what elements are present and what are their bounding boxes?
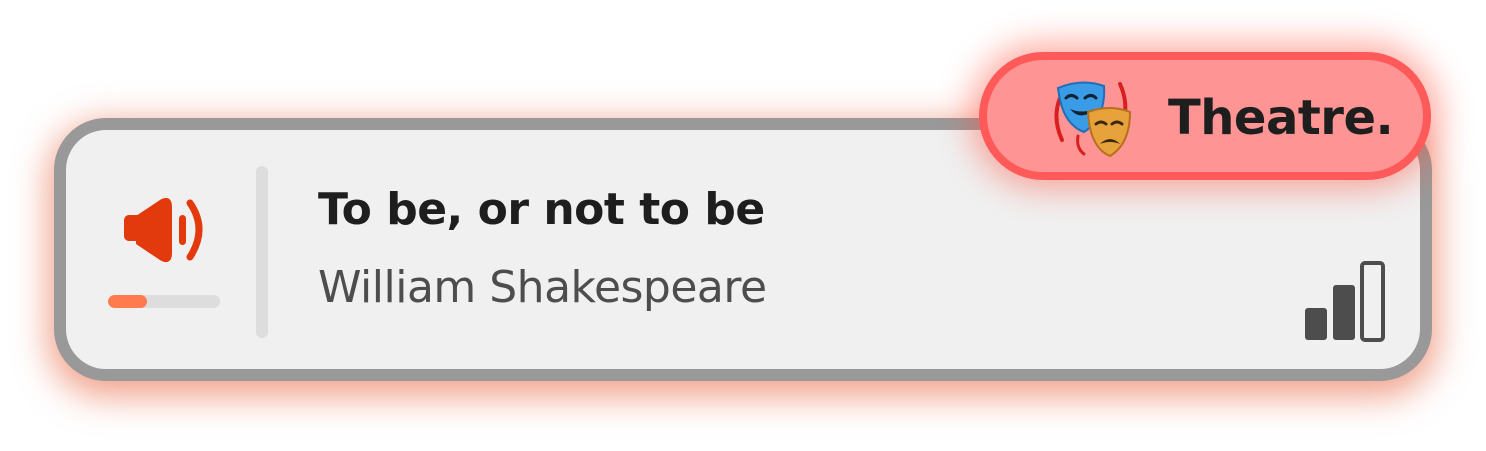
- signal-strength-icon: [1302, 260, 1388, 344]
- category-badge-label: Theatre.: [1168, 90, 1394, 146]
- signal-bar: [1360, 261, 1385, 342]
- now-playing-widget: To be, or not to be William Shakespeare: [0, 0, 1486, 451]
- signal-bar: [1333, 285, 1355, 340]
- volume-slider[interactable]: [108, 295, 220, 308]
- signal-bar: [1305, 308, 1327, 340]
- track-title: To be, or not to be: [318, 184, 765, 235]
- speaker-volume-icon[interactable]: [122, 195, 212, 265]
- volume-slider-fill: [108, 295, 148, 308]
- divider: [256, 166, 268, 338]
- track-artist: William Shakespeare: [318, 262, 767, 313]
- performing-arts-masks-icon: [1050, 78, 1136, 158]
